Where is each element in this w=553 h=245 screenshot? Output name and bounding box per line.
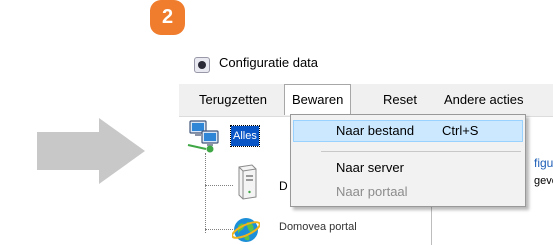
arrow-right-icon bbox=[37, 118, 145, 184]
globe-icon bbox=[232, 218, 260, 242]
tree-root-alles[interactable]: Alles bbox=[230, 125, 260, 147]
tree-item-domovea-portal[interactable]: Domovea portal bbox=[279, 221, 357, 233]
menu-reset[interactable]: Reset bbox=[383, 92, 417, 107]
tree-connector bbox=[205, 153, 206, 233]
tree-connector bbox=[205, 229, 233, 230]
menu-bewaren[interactable]: Bewaren bbox=[284, 84, 352, 115]
title-bar: Configuratie data bbox=[179, 44, 553, 84]
step-badge: 2 bbox=[150, 0, 185, 35]
dropdown-shortcut-ctrl-s: Ctrl+S bbox=[442, 123, 479, 138]
bewaren-dropdown-menu: Naar bestand Ctrl+S Naar server Naar por… bbox=[290, 114, 526, 207]
tree-connector bbox=[205, 185, 233, 186]
app-icon bbox=[194, 57, 210, 73]
network-computers-icon bbox=[187, 120, 219, 153]
configuration-window: Configuratie data Terugzetten Bewaren Re… bbox=[179, 44, 553, 245]
window-title: Configuratie data bbox=[219, 55, 319, 70]
right-panel-text-1: figu bbox=[534, 156, 553, 170]
tree-item-server[interactable]: D bbox=[279, 179, 288, 193]
server-tower-icon bbox=[238, 164, 257, 200]
menu-separator bbox=[321, 151, 521, 152]
right-panel-text-2: geve bbox=[534, 175, 553, 187]
dropdown-label-naar-bestand[interactable]: Naar bestand bbox=[336, 123, 414, 138]
menu-andere-acties[interactable]: Andere acties bbox=[444, 92, 524, 107]
dropdown-item-naar-portaal: Naar portaal bbox=[336, 184, 408, 199]
menu-bar: Terugzetten Bewaren Reset Andere acties bbox=[179, 84, 553, 117]
menu-terugzetten[interactable]: Terugzetten bbox=[199, 92, 267, 107]
dropdown-item-naar-server[interactable]: Naar server bbox=[336, 160, 404, 175]
